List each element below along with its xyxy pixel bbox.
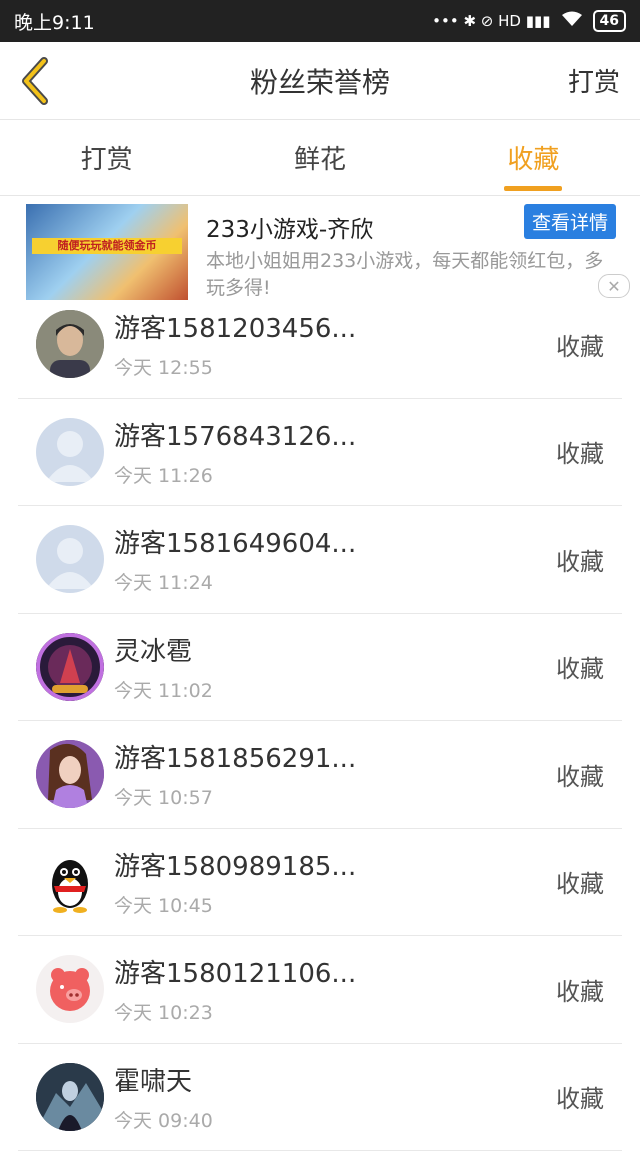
ad-body: 233小游戏-齐欣 本地小姐姐用233小游戏，每天都能领红包，多玩多得! 查看详… [206,204,618,302]
avatar-photo-icon [36,310,104,378]
status-icons: ••• ✱ ⊘ HD ▮▮▮ 46 [432,10,626,32]
user-name: 霍啸天 [114,1061,556,1098]
pink-pig-icon [36,955,104,1023]
list-item-info: 游客1581203456... 今天 12:55 [114,308,556,380]
default-user-icon [36,418,104,486]
wifi-icon [561,11,583,31]
timestamp: 今天 11:02 [114,676,556,703]
timestamp: 今天 10:23 [114,998,556,1025]
timestamp: 今天 09:40 [114,1106,556,1133]
action-label: 收藏 [556,542,604,577]
user-name: 灵冰雹 [114,631,556,668]
action-label: 收藏 [556,1079,604,1114]
list-item[interactable]: 游客1580121106... 今天 10:23 收藏 [18,936,622,1044]
ad-banner[interactable]: 随便玩玩就能领金币 233小游戏-齐欣 本地小姐姐用233小游戏，每天都能领红包… [0,196,640,302]
user-name: 游客1580121106... [114,953,556,990]
back-button[interactable] [0,42,70,120]
list-item[interactable]: 灵冰雹 今天 11:02 收藏 [18,614,622,722]
tab-flowers[interactable]: 鲜花 [213,120,426,195]
tab-favorites[interactable]: 收藏 [427,120,640,195]
default-user-icon [36,525,104,593]
tab-bar: 打赏 鲜花 收藏 [0,120,640,196]
list-item[interactable]: 游客1581203456... 今天 12:55 收藏 [18,291,622,399]
signal-icons: ••• ✱ ⊘ HD ▮▮▮ [432,12,550,30]
user-name: 游客1581649604... [114,523,556,560]
timestamp: 今天 11:26 [114,461,556,488]
qq-penguin-icon [36,848,104,916]
page-title: 粉丝荣誉榜 [0,61,640,101]
list-item-info: 游客1580121106... 今天 10:23 [114,953,556,1025]
game-character-icon [36,633,104,701]
ad-thumb-banner: 随便玩玩就能领金币 [32,238,182,254]
action-label: 收藏 [556,757,604,792]
list-item-info: 游客1581856291... 今天 10:57 [114,738,556,810]
tab-reward[interactable]: 打赏 [0,120,213,195]
chevron-left-icon [18,57,52,105]
list-item[interactable]: 游客1576843126... 今天 11:26 收藏 [18,399,622,507]
timestamp: 今天 11:24 [114,568,556,595]
list-item-info: 游客1580989185... 今天 10:45 [114,846,556,918]
action-label: 收藏 [556,649,604,684]
user-name: 游客1576843126... [114,416,556,453]
favorites-list: 游客1581203456... 今天 12:55 收藏 游客1576843126… [0,291,640,1151]
nav-bar: 粉丝荣誉榜 打赏 [0,42,640,120]
action-label: 收藏 [556,864,604,899]
status-time: 晚上9:11 [14,8,95,35]
anime-woman-icon [36,740,104,808]
battery-icon: 46 [593,10,626,32]
ad-thumbnail[interactable]: 随便玩玩就能领金币 [26,204,188,300]
list-item[interactable]: 游客1580989185... 今天 10:45 收藏 [18,829,622,937]
action-label: 收藏 [556,327,604,362]
user-name: 游客1581203456... [114,308,556,345]
list-item-info: 霍啸天 今天 09:40 [114,1061,556,1133]
action-label: 收藏 [556,434,604,469]
reward-button[interactable]: 打赏 [568,62,640,99]
list-item[interactable]: 霍啸天 今天 09:40 收藏 [18,1044,622,1151]
status-bar: 晚上9:11 ••• ✱ ⊘ HD ▮▮▮ 46 [0,0,640,42]
user-name: 游客1580989185... [114,846,556,883]
list-item[interactable]: 游客1581856291... 今天 10:57 收藏 [18,721,622,829]
timestamp: 今天 12:55 [114,353,556,380]
list-item-info: 灵冰雹 今天 11:02 [114,631,556,703]
ad-details-button[interactable]: 查看详情 [524,204,616,239]
dark-fantasy-icon [36,1063,104,1131]
timestamp: 今天 10:45 [114,891,556,918]
action-label: 收藏 [556,972,604,1007]
user-name: 游客1581856291... [114,738,556,775]
timestamp: 今天 10:57 [114,783,556,810]
list-item[interactable]: 游客1581649604... 今天 11:24 收藏 [18,506,622,614]
list-item-info: 游客1581649604... 今天 11:24 [114,523,556,595]
list-item-info: 游客1576843126... 今天 11:26 [114,416,556,488]
